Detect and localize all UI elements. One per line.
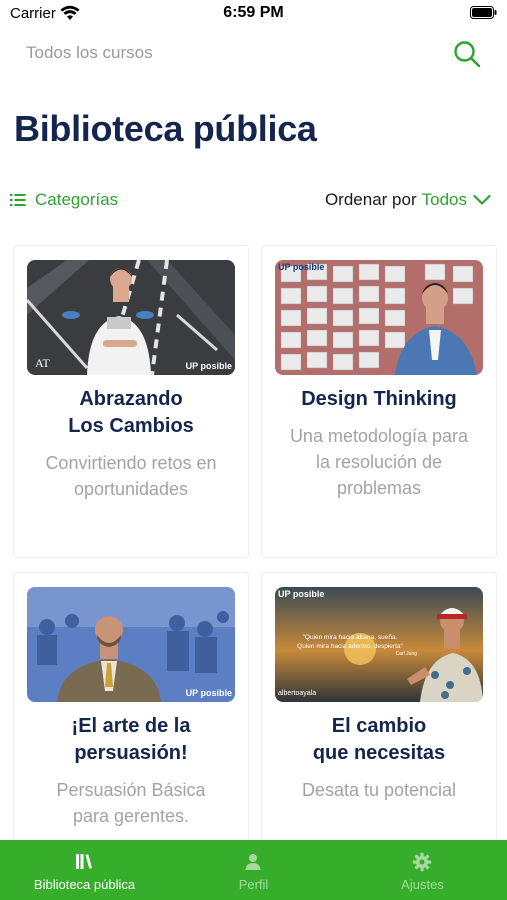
status-time: 6:59 PM [223, 4, 284, 21]
sort-value[interactable]: Todos [422, 190, 467, 210]
search-icon[interactable] [451, 38, 483, 70]
tab-label: Biblioteca pública [33, 877, 136, 892]
library-icon [76, 854, 92, 869]
chevron-down-icon[interactable] [473, 194, 491, 206]
tab-ajustes[interactable]: Ajustes [338, 840, 507, 900]
course-thumbnail: AT UP posible [27, 260, 235, 375]
course-image [27, 587, 235, 702]
quote-text: "Quien mira hacia afuera, sueña. Quien m… [297, 634, 417, 657]
tab-label: Ajustes [401, 877, 444, 892]
course-thumbnail: UP posible [27, 587, 235, 702]
course-card[interactable]: AT UP posible Abrazando Los Cambios Conv… [13, 245, 249, 558]
course-title: El cambio que necesitas [312, 715, 446, 764]
course-image [275, 260, 483, 375]
tab-perfil[interactable]: Perfil [169, 840, 338, 900]
course-subtitle: Persuasión Básica para gerentes. [56, 780, 206, 826]
course-subtitle: Convirtiendo retos en oportunidades [45, 453, 217, 499]
categories-button[interactable]: Categorías [10, 189, 118, 211]
search-placeholder[interactable]: Todos los cursos [26, 43, 153, 63]
course-title: Design Thinking [301, 388, 457, 410]
sort-prefix-label: Ordenar por [324, 190, 417, 209]
search-bar[interactable]: Todos los cursos [0, 36, 507, 72]
brand-logo: UP posible [278, 589, 325, 599]
course-subtitle: Desata tu potencial [301, 780, 457, 800]
course-image [27, 260, 235, 375]
sort-dropdown[interactable]: Ordenar por Todos [325, 189, 491, 211]
battery-icon [470, 6, 497, 19]
course-title: Abrazando Los Cambios [68, 388, 194, 437]
page-title: Biblioteca pública [14, 108, 317, 149]
categories-label[interactable]: Categorías [35, 190, 118, 210]
person-icon [245, 854, 261, 870]
tab-biblioteca[interactable]: Biblioteca pública [0, 840, 169, 900]
course-thumbnail: UP posible "Quien mira hacia afuera, sue… [275, 587, 483, 702]
gear-icon [412, 852, 432, 872]
author-logo: albertoayala [278, 690, 317, 697]
course-card[interactable]: UP posible "Quien mira hacia afuera, sue… [261, 572, 497, 872]
tab-label: Perfil [238, 877, 269, 892]
course-card[interactable]: UP posible Design Thinking Una metodolog… [261, 245, 497, 558]
brand-logo: UP posible [185, 688, 232, 698]
list-icon [10, 194, 26, 206]
watermark-logo: AT [35, 356, 50, 370]
brand-logo: UP posible [185, 361, 232, 371]
brand-logo: UP posible [278, 262, 325, 272]
course-thumbnail: UP posible [275, 260, 483, 375]
status-bar: Carrier 6:59 PM [0, 0, 507, 30]
course-title: ¡El arte de la persuasión! [71, 715, 191, 764]
course-card[interactable]: UP posible ¡El arte de la persuasión! Pe… [13, 572, 249, 872]
course-subtitle: Una metodología para la resolución de pr… [289, 426, 469, 498]
tab-bar: Biblioteca pública Perfil Ajustes [0, 840, 507, 900]
